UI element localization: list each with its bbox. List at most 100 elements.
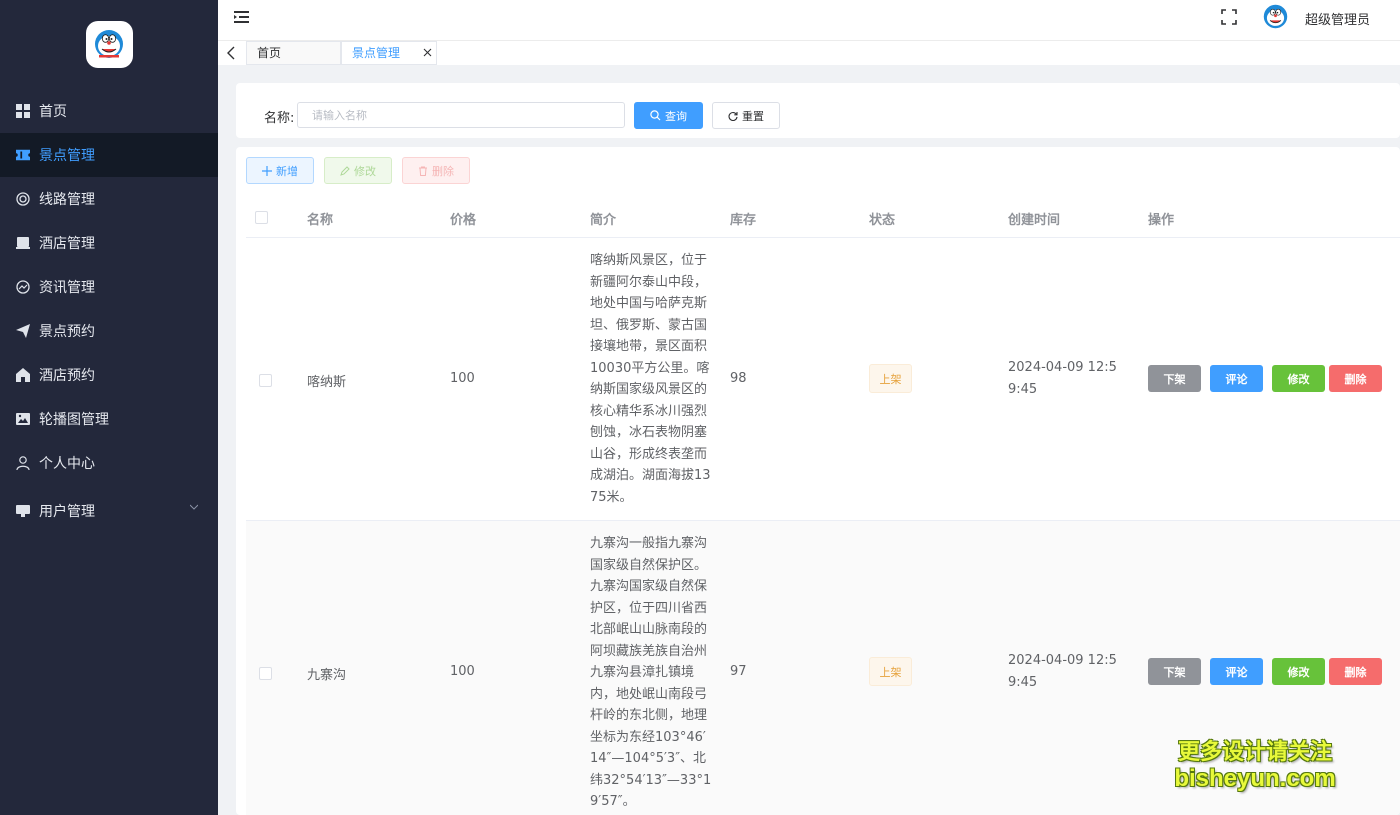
sidebar-item-hotel[interactable]: 酒店管理 [0, 221, 218, 265]
cell-price: 100 [450, 664, 475, 679]
reset-label: 重置 [742, 109, 764, 123]
search-icon [650, 110, 661, 121]
cell-intro: 九寨沟一般指九寨沟国家级自然保护区。九寨沟国家级自然保护区，位于四川省西北部岷山… [590, 536, 712, 809]
sidebar-item-label: 线路管理 [39, 192, 95, 208]
column-header-name: 名称 [307, 213, 334, 228]
table-row: 喀纳斯 100 喀纳斯风景区，位于新疆阿尔泰山中段，地处中国与哈萨克斯坦、俄罗斯… [246, 238, 1400, 521]
cell-created: 2024-04-09 12:59:45 [1008, 653, 1117, 690]
column-header-stock: 库存 [730, 213, 757, 228]
sidebar-item-label: 景点预约 [39, 324, 95, 340]
tab-scenic[interactable]: 景点管理 [341, 41, 437, 65]
column-header-actions: 操作 [1148, 213, 1175, 228]
row-checkbox[interactable] [259, 667, 272, 680]
fullscreen-icon[interactable] [1221, 9, 1237, 25]
picture-icon [16, 412, 30, 426]
sidebar-item-label: 酒店预约 [39, 368, 95, 384]
off-shelf-button[interactable]: 下架 [1148, 658, 1201, 685]
sidebar-item-scenic[interactable]: 景点管理 [0, 133, 218, 177]
cell-name: 九寨沟 [307, 668, 347, 683]
column-header-price: 价格 [450, 213, 477, 228]
table-header: 名称 价格 简介 库存 状态 创建时间 操作 [246, 197, 1400, 238]
ticket-icon [16, 148, 30, 162]
row-edit-button[interactable]: 修改 [1272, 365, 1325, 392]
tab-label: 景点管理 [352, 46, 401, 60]
chevron-left-icon[interactable] [226, 46, 236, 60]
column-header-created: 创建时间 [1008, 213, 1061, 228]
name-search-input[interactable] [297, 102, 625, 128]
sidebar-item-route[interactable]: 线路管理 [0, 177, 218, 221]
sidebar-item-news[interactable]: 资讯管理 [0, 265, 218, 309]
sidebar-item-label: 首页 [39, 104, 67, 120]
sidebar-item-label: 个人中心 [39, 456, 95, 472]
off-shelf-button[interactable]: 下架 [1148, 365, 1201, 392]
cell-name: 喀纳斯 [307, 375, 347, 390]
comment-button[interactable]: 评论 [1210, 658, 1263, 685]
tab-label: 首页 [257, 46, 282, 60]
sidebar-item-home[interactable]: 首页 [0, 89, 218, 133]
add-label: 新增 [276, 164, 298, 178]
tags-bar: 首页 景点管理 [218, 41, 1400, 65]
edit-icon [340, 165, 350, 176]
row-edit-button[interactable]: 修改 [1272, 658, 1325, 685]
edit-button[interactable]: 修改 [324, 157, 392, 184]
cell-stock: 97 [730, 664, 747, 679]
doraemon-logo-icon [95, 30, 123, 58]
tab-home[interactable]: 首页 [246, 41, 341, 65]
close-icon[interactable] [423, 48, 432, 57]
row-delete-button[interactable]: 删除 [1329, 365, 1382, 392]
column-header-intro: 简介 [590, 213, 617, 228]
add-button[interactable]: 新增 [246, 157, 314, 184]
sidebar-item-carousel[interactable]: 轮播图管理 [0, 397, 218, 441]
row-delete-button[interactable]: 删除 [1329, 658, 1382, 685]
search-panel: 名称: 查询 重置 [236, 83, 1400, 138]
status-badge: 上架 [869, 657, 912, 686]
column-header-status: 状态 [869, 213, 896, 228]
table-panel: 新增 修改 删除 名称 价格 简介 库存 状态 创建时间 操作 喀纳斯 100 … [236, 147, 1400, 815]
delete-button[interactable]: 删除 [402, 157, 470, 184]
sidebar: 首页 景点管理 线路管理 酒店管理 资讯管理 景点预约 酒店预约 轮播图管理 个… [0, 0, 218, 815]
sidebar-item-label: 轮播图管理 [39, 412, 109, 428]
news-icon [16, 280, 30, 294]
trash-icon [419, 166, 427, 176]
plus-icon [262, 165, 272, 176]
query-label: 查询 [665, 109, 687, 123]
sidebar-item-profile[interactable]: 个人中心 [0, 441, 218, 485]
send-icon [16, 324, 30, 338]
name-label: 名称: [264, 111, 295, 126]
avatar[interactable] [1263, 4, 1288, 29]
dashboard-icon [16, 104, 30, 118]
delete-label: 删除 [432, 164, 454, 178]
route-icon [16, 192, 30, 206]
user-icon [16, 456, 30, 470]
reset-button[interactable]: 重置 [712, 102, 780, 129]
menu-fold-icon[interactable] [234, 10, 249, 24]
sidebar-item-label: 用户管理 [39, 504, 95, 520]
top-header: 超级管理员 [218, 0, 1400, 41]
comment-button[interactable]: 评论 [1210, 365, 1263, 392]
watermark-line1: 更多设计请关注 [1177, 739, 1332, 764]
chevron-down-icon [190, 504, 198, 510]
cell-stock: 98 [730, 371, 747, 386]
watermark: 更多设计请关注 bisheyun.com [1170, 738, 1340, 792]
admin-name[interactable]: 超级管理员 [1305, 9, 1370, 28]
query-button[interactable]: 查询 [634, 102, 703, 129]
cell-created: 2024-04-09 12:59:45 [1008, 360, 1117, 397]
home-icon [16, 368, 30, 382]
row-checkbox[interactable] [259, 374, 272, 387]
logo-area [0, 0, 218, 88]
sidebar-item-label: 景点管理 [39, 148, 95, 164]
sidebar-item-label: 酒店管理 [39, 236, 95, 252]
monitor-icon [16, 504, 30, 518]
doraemon-avatar-icon [1263, 4, 1288, 29]
cell-intro: 喀纳斯风景区，位于新疆阿尔泰山中段，地处中国与哈萨克斯坦、俄罗斯、蒙古国接壤地带… [590, 253, 711, 505]
logo[interactable] [85, 20, 133, 68]
sidebar-item-hotel-booking[interactable]: 酒店预约 [0, 353, 218, 397]
status-badge: 上架 [869, 364, 912, 393]
watermark-line2: bisheyun.com [1174, 765, 1336, 792]
cell-price: 100 [450, 371, 475, 386]
sidebar-item-label: 资讯管理 [39, 280, 95, 296]
select-all-checkbox[interactable] [255, 211, 268, 224]
hotel-icon [16, 236, 30, 250]
sidebar-item-scenic-booking[interactable]: 景点预约 [0, 309, 218, 353]
sidebar-item-users[interactable]: 用户管理 [0, 489, 218, 533]
